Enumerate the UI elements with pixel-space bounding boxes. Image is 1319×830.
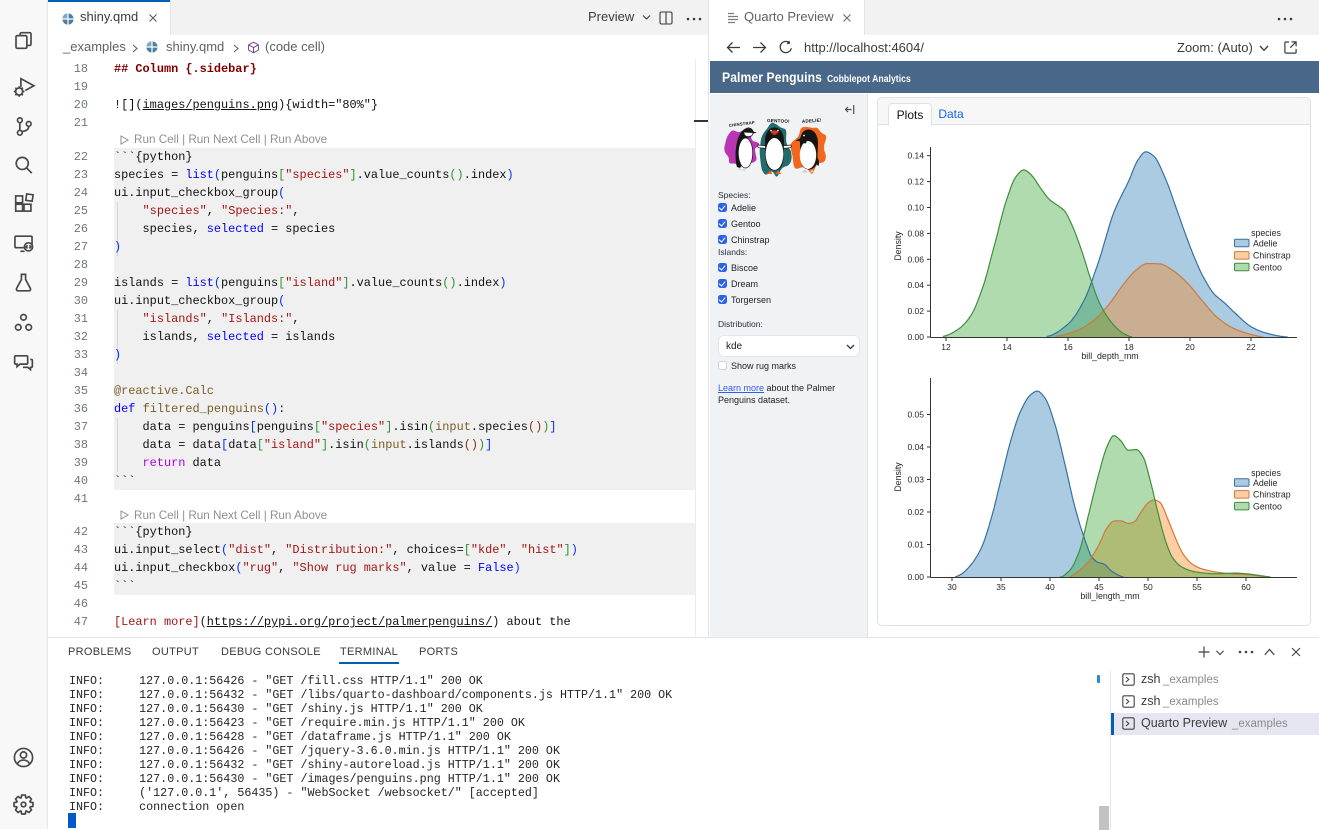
- svg-text:ADELIE!: ADELIE!: [802, 118, 822, 124]
- svg-text:GENTOO!: GENTOO!: [767, 118, 790, 124]
- svg-text:CHINSTRAP: CHINSTRAP: [729, 120, 756, 128]
